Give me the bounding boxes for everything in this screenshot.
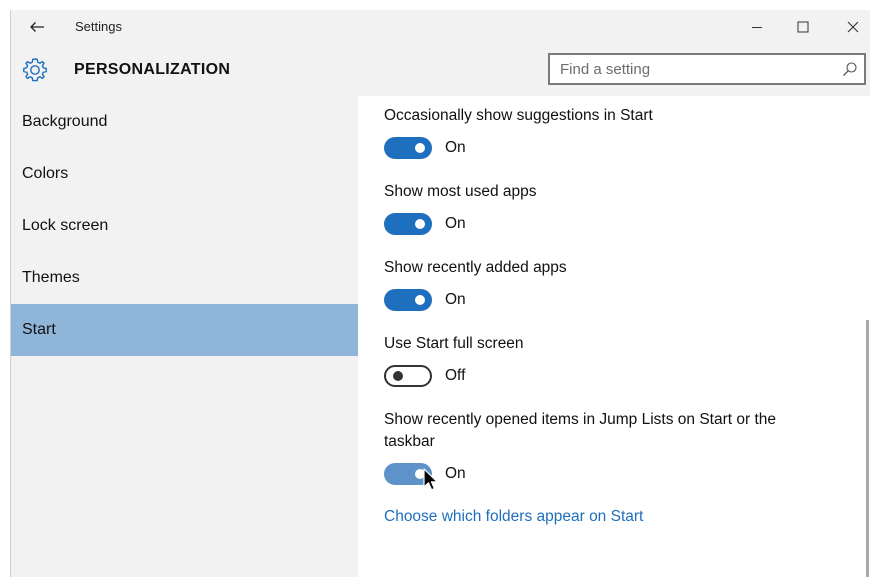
toggle-state-most-used: On bbox=[445, 215, 466, 232]
section-title: PERSONALIZATION bbox=[74, 61, 231, 78]
toggle-knob bbox=[393, 371, 403, 381]
header: Settings PERSONALIZATION Find a setting bbox=[11, 10, 870, 96]
settings-window: Settings PERSONALIZATION Find a setting … bbox=[10, 10, 870, 577]
toggle-knob bbox=[415, 219, 425, 229]
content-pane: Occasionally show suggestions in Start O… bbox=[358, 96, 870, 577]
scrollbar[interactable] bbox=[866, 320, 869, 577]
maximize-button[interactable] bbox=[780, 10, 826, 44]
choose-folders-link[interactable]: Choose which folders appear on Start bbox=[384, 508, 643, 526]
sidebar-item-themes[interactable]: Themes bbox=[11, 252, 358, 304]
sidebar-item-colors[interactable]: Colors bbox=[11, 148, 358, 200]
setting-label-most-used: Show most used apps bbox=[384, 183, 537, 200]
sidebar-item-label: Themes bbox=[22, 269, 80, 286]
toggle-state-suggestions: On bbox=[445, 139, 466, 156]
toggle-knob bbox=[415, 143, 425, 153]
setting-label-recently-added: Show recently added apps bbox=[384, 259, 567, 276]
search-input[interactable] bbox=[550, 55, 850, 83]
back-arrow-icon bbox=[30, 22, 44, 32]
sidebar: Background Colors Lock screen Themes Sta… bbox=[11, 96, 358, 577]
sidebar-item-label: Background bbox=[22, 113, 108, 130]
toggle-jump-lists[interactable] bbox=[384, 463, 432, 485]
setting-label-suggestions: Occasionally show suggestions in Start bbox=[384, 107, 653, 124]
close-button[interactable] bbox=[830, 10, 870, 44]
sidebar-item-background[interactable]: Background bbox=[11, 96, 358, 148]
app-header: PERSONALIZATION bbox=[11, 50, 870, 96]
title-bar: Settings bbox=[11, 10, 870, 46]
toggle-most-used[interactable] bbox=[384, 213, 432, 235]
toggle-state-full-screen: Off bbox=[445, 367, 466, 384]
toggle-suggestions[interactable] bbox=[384, 137, 432, 159]
sidebar-item-label: Colors bbox=[22, 165, 69, 182]
close-icon bbox=[847, 21, 859, 33]
toggle-knob bbox=[415, 469, 425, 479]
sidebar-item-lock-screen[interactable]: Lock screen bbox=[11, 200, 358, 252]
toggle-knob bbox=[415, 295, 425, 305]
toggle-state-recently-added: On bbox=[445, 291, 466, 308]
back-button[interactable] bbox=[25, 16, 49, 38]
toggle-full-screen[interactable] bbox=[384, 365, 432, 387]
minimize-icon bbox=[752, 27, 762, 28]
toggle-state-jump-lists: On bbox=[445, 465, 466, 482]
gear-icon bbox=[23, 58, 47, 82]
search-box[interactable] bbox=[548, 53, 866, 85]
sidebar-item-label: Lock screen bbox=[22, 217, 109, 234]
setting-label-jump-lists: Show recently opened items in Jump Lists… bbox=[384, 411, 777, 450]
search-icon[interactable] bbox=[842, 61, 858, 77]
maximize-icon bbox=[797, 21, 809, 33]
window-title: Settings bbox=[75, 19, 122, 34]
minimize-button[interactable] bbox=[734, 10, 780, 44]
toggle-recently-added[interactable] bbox=[384, 289, 432, 311]
setting-label-full-screen: Use Start full screen bbox=[384, 335, 524, 352]
sidebar-item-label: Start bbox=[22, 321, 56, 338]
sidebar-item-start[interactable]: Start bbox=[11, 304, 358, 356]
